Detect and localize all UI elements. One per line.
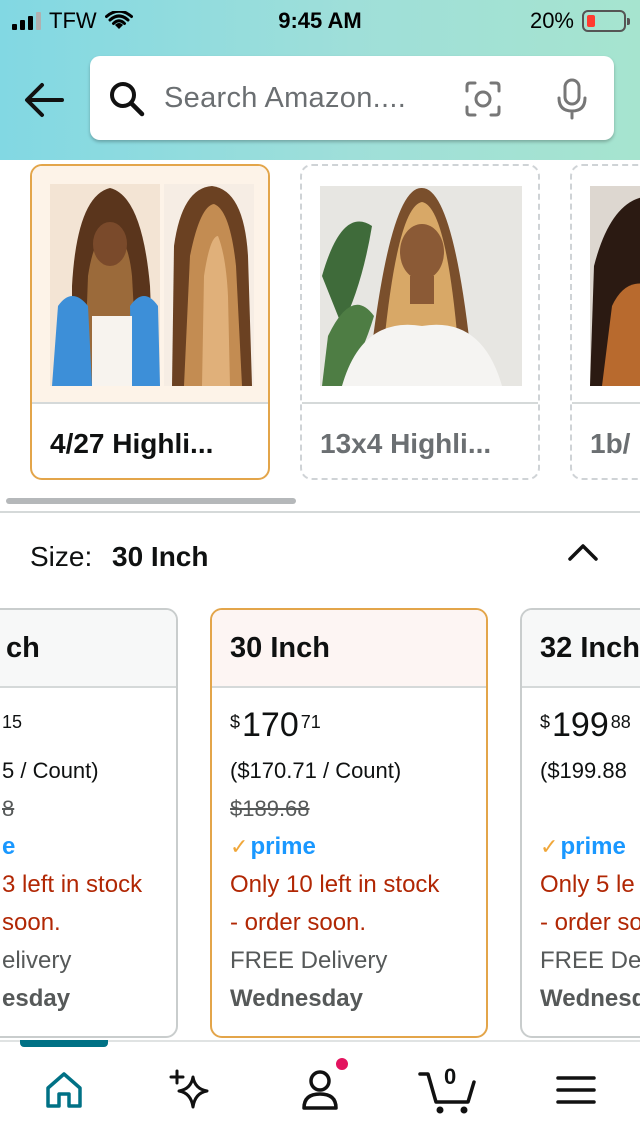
size-option-card-selected[interactable]: 30 Inch $ 170 71 ($170.71 / Count) $189.… — [210, 608, 488, 1038]
prime-badge: e — [2, 833, 16, 860]
style-label: 4/27 Highli... — [50, 428, 214, 459]
delivery-day: Wednesday — [230, 985, 363, 1012]
price-per-count: ($170.71 / Count) — [230, 758, 402, 783]
app-header: TFW 9:45 AM 20% Search Amazon.... — [0, 0, 640, 160]
style-label: 13x4 Highli... — [320, 428, 492, 459]
stock-status: Only 5 le — [540, 871, 635, 898]
back-arrow-icon — [25, 83, 64, 117]
microphone-icon[interactable] — [556, 78, 588, 120]
nav-menu[interactable] — [544, 1060, 608, 1120]
product-image — [302, 166, 538, 404]
menu-icon — [556, 1076, 596, 1104]
list-price: $189.68 — [230, 796, 310, 821]
price: $ 199 88 — [540, 706, 631, 744]
stock-status-cont: - order so — [540, 909, 640, 936]
size-option-title: 30 Inch — [230, 632, 330, 664]
search-bar[interactable]: Search Amazon.... — [90, 56, 614, 140]
size-option-card[interactable]: ch 15 5 / Count) 8 e 3 left in stock soo… — [0, 608, 178, 1038]
size-selector-header[interactable]: Size: 30 Inch — [0, 513, 640, 603]
nav-cart[interactable]: 0 — [416, 1060, 480, 1120]
stock-status-cont: - order soon. — [230, 909, 367, 936]
active-tab-indicator — [20, 1040, 108, 1047]
chevron-up-icon[interactable] — [566, 541, 600, 563]
carousel-scroll-indicator — [6, 498, 296, 504]
user-icon — [302, 1070, 338, 1110]
size-option-title: 32 Inch — [540, 632, 640, 664]
status-bar: TFW 9:45 AM 20% — [0, 0, 640, 42]
list-price: 8 — [2, 796, 15, 821]
stock-status: Only 10 left in stock — [230, 871, 440, 898]
delivery-day: esday — [2, 985, 71, 1012]
notification-badge — [334, 1056, 350, 1072]
stock-status-cont: soon. — [2, 909, 61, 936]
cart-count: 0 — [444, 1064, 457, 1089]
stock-status: 3 left in stock — [2, 871, 143, 898]
nav-home[interactable] — [32, 1060, 96, 1120]
size-option-title: ch — [6, 632, 40, 664]
nav-ai-assistant[interactable] — [158, 1060, 222, 1120]
size-label: Size: — [30, 541, 93, 572]
bottom-navigation: 0 — [0, 1040, 640, 1136]
search-icon — [110, 82, 145, 117]
style-label: 1b/ — [590, 428, 631, 459]
prime-check-icon: ✓ — [540, 834, 559, 859]
sparkle-icon — [169, 1069, 209, 1109]
home-icon — [46, 1072, 82, 1108]
price-per-count: ($199.88 — [540, 758, 627, 783]
style-option-13x4[interactable]: 13x4 Highli... — [300, 164, 540, 480]
style-option-1b[interactable]: 1b/ — [570, 164, 640, 480]
delivery-label: elivery — [2, 947, 72, 974]
prime-check-icon: ✓ — [230, 834, 249, 859]
product-image — [32, 166, 268, 404]
battery-percent: 20% — [529, 8, 574, 33]
delivery-day: Wednesd — [540, 985, 640, 1012]
camera-scan-icon[interactable] — [464, 80, 502, 118]
style-carousel[interactable]: 4/27 Highli... 13x4 Highli... 1b/ — [0, 160, 640, 510]
price-per-count: 5 / Count) — [2, 758, 99, 783]
battery-icon — [582, 10, 630, 32]
back-button[interactable] — [22, 80, 66, 120]
delivery-label: FREE Delivery — [230, 947, 388, 974]
prime-badge: ✓ prime — [540, 828, 640, 866]
prime-badge: ✓ prime — [230, 828, 486, 866]
size-options-carousel[interactable]: ch 15 5 / Count) 8 e 3 left in stock soo… — [0, 606, 640, 1038]
size-option-card[interactable]: 32 Inch $ 199 88 ($199.88 ✓ prime Only 5 … — [520, 608, 640, 1038]
battery-group: 20% — [529, 8, 630, 34]
search-input[interactable]: Search Amazon.... — [164, 82, 406, 115]
style-option-4-27[interactable]: 4/27 Highli... — [30, 164, 270, 480]
delivery-label: FREE Del — [540, 947, 640, 974]
size-selected-value: 30 Inch — [112, 541, 209, 572]
product-image — [572, 166, 640, 404]
price: $ 170 71 — [230, 706, 321, 744]
price: 15 — [2, 712, 23, 732]
